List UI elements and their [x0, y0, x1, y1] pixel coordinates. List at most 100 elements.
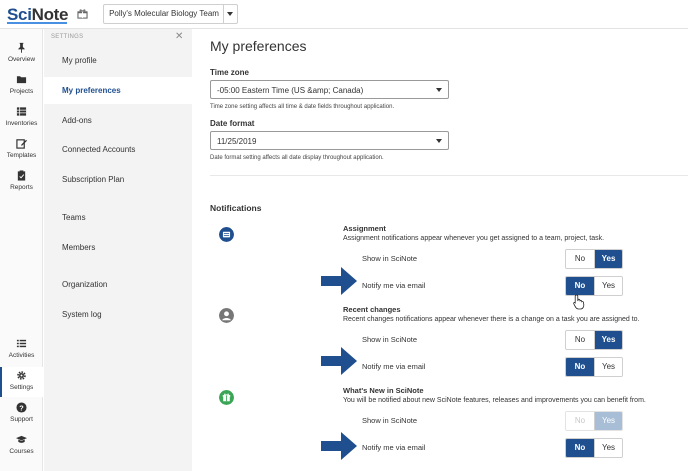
recent-changes-show-label: Show in SciNote — [362, 335, 418, 344]
settings-item-label: Connected Accounts — [62, 145, 136, 154]
whats-new-show-label: Show in SciNote — [362, 416, 418, 425]
settings-item-connected-accounts[interactable]: Connected Accounts — [44, 136, 192, 163]
nav-templates[interactable]: Templates — [0, 135, 43, 165]
whats-new-title: What's New in SciNote — [343, 386, 424, 395]
settings-item-label: Add-ons — [62, 116, 92, 125]
user-icon — [219, 308, 234, 323]
settings-item-teams[interactable]: Teams — [44, 204, 192, 231]
logo-underline — [7, 22, 67, 24]
settings-item-organization[interactable]: Organization — [44, 271, 192, 298]
recent-changes-show-no[interactable]: No — [566, 331, 594, 349]
gift-icon — [219, 390, 234, 405]
nav-support[interactable]: ? Support — [0, 399, 43, 429]
assignment-show-label: Show in SciNote — [362, 254, 418, 263]
whats-new-email-label: Notify me via email — [362, 443, 426, 452]
timezone-value: -05:00 Eastern Time (US &amp; Canada) — [217, 86, 364, 95]
timezone-select[interactable]: -05:00 Eastern Time (US &amp; Canada) — [210, 80, 449, 99]
nav-overview[interactable]: Overview — [0, 39, 43, 69]
recent-changes-email-no[interactable]: No — [566, 358, 594, 376]
recent-changes-email-label: Notify me via email — [362, 362, 426, 371]
settings-item-my-preferences[interactable]: My preferences — [44, 77, 192, 104]
timezone-label: Time zone — [210, 68, 249, 77]
nav-inventories[interactable]: Inventories — [0, 103, 43, 133]
page-title: My preferences — [210, 38, 307, 54]
date-format-label: Date format — [210, 119, 255, 128]
team-name: Polly's Molecular Biology Team — [109, 9, 219, 18]
clipboard-icon — [17, 170, 26, 181]
recent-changes-show-toggle[interactable]: No Yes — [565, 330, 623, 350]
nav-label: Projects — [9, 88, 34, 95]
settings-item-system-log[interactable]: System log — [44, 301, 192, 328]
whats-new-email-yes[interactable]: Yes — [594, 439, 622, 457]
chevron-down-icon — [436, 139, 442, 143]
preferences-panel: My preferences Time zone -05:00 Eastern … — [192, 29, 688, 471]
whats-new-show-yes: Yes — [594, 412, 622, 430]
folder-icon — [16, 76, 27, 84]
edit-icon — [16, 139, 27, 149]
assignment-description: Assignment notifications appear whenever… — [343, 235, 605, 242]
nav-label: Overview — [7, 56, 36, 63]
gear-icon — [17, 371, 26, 380]
nav-label: Reports — [10, 184, 33, 191]
date-format-value: 11/25/2019 — [217, 137, 257, 146]
chevron-down-icon — [436, 88, 442, 92]
settings-sidebar: SETTINGS ✕ My profile My preferences Add… — [44, 29, 192, 471]
team-switcher-toggle[interactable] — [223, 5, 237, 23]
nav-label: Settings — [9, 384, 34, 391]
settings-item-members[interactable]: Members — [44, 234, 192, 261]
settings-heading: SETTINGS — [51, 34, 84, 40]
settings-item-label: Subscription Plan — [62, 175, 125, 184]
nav-label: Activities — [8, 352, 35, 359]
nav-label: Courses — [9, 448, 34, 455]
whats-new-description: You will be notified about new SciNote f… — [343, 397, 646, 404]
arrow-pointer-icon — [321, 347, 357, 375]
recent-changes-show-yes[interactable]: Yes — [594, 331, 622, 349]
whats-new-show-no: No — [566, 412, 594, 430]
inventory-icon — [16, 107, 27, 116]
nav-label: Templates — [6, 152, 37, 159]
nav-projects[interactable]: Projects — [0, 71, 43, 101]
graduation-cap-icon — [16, 435, 27, 443]
arrow-pointer-icon — [321, 432, 357, 460]
date-format-hint: Date format setting affects all date dis… — [210, 155, 384, 161]
settings-item-add-ons[interactable]: Add-ons — [44, 107, 192, 134]
assignment-icon — [219, 227, 234, 242]
hand-cursor-icon — [573, 294, 585, 310]
assignment-email-toggle[interactable]: No Yes — [565, 276, 623, 296]
team-switcher[interactable]: Polly's Molecular Biology Team — [103, 4, 238, 24]
assignment-show-toggle[interactable]: No Yes — [565, 249, 623, 269]
recent-changes-email-yes[interactable]: Yes — [594, 358, 622, 376]
assignment-email-no[interactable]: No — [566, 277, 594, 295]
close-icon[interactable]: ✕ — [175, 31, 183, 42]
settings-item-label: My profile — [62, 56, 97, 65]
whats-new-email-toggle[interactable]: No Yes — [565, 438, 623, 458]
section-divider — [210, 175, 688, 176]
gift-icon[interactable] — [77, 9, 88, 19]
whats-new-email-no[interactable]: No — [566, 439, 594, 457]
whats-new-show-toggle: No Yes — [565, 411, 623, 431]
assignment-show-no[interactable]: No — [566, 250, 594, 268]
date-format-select[interactable]: 11/25/2019 — [210, 131, 449, 150]
nav-label: Support — [10, 416, 33, 423]
recent-changes-description: Recent changes notifications appear when… — [343, 316, 640, 323]
chevron-down-icon — [227, 12, 233, 16]
assignment-email-label: Notify me via email — [362, 281, 426, 290]
list-icon — [16, 339, 27, 348]
settings-item-label: System log — [62, 310, 102, 319]
assignment-show-yes[interactable]: Yes — [594, 250, 622, 268]
question-icon: ? — [16, 402, 27, 413]
pin-icon — [18, 42, 25, 53]
settings-item-label: Members — [62, 243, 96, 252]
app-window: SciNote Polly's Molecular Biology Team O… — [0, 0, 688, 471]
nav-settings[interactable]: Settings — [0, 367, 43, 397]
nav-reports[interactable]: Reports — [0, 167, 43, 197]
arrow-pointer-icon — [321, 267, 357, 295]
nav-courses[interactable]: Courses — [0, 431, 43, 461]
recent-changes-email-toggle[interactable]: No Yes — [565, 357, 623, 377]
main-nav: Overview Projects Inventories Templates … — [0, 29, 43, 471]
settings-item-my-profile[interactable]: My profile — [44, 47, 192, 74]
nav-activities[interactable]: Activities — [0, 335, 43, 365]
svg-text:?: ? — [19, 403, 24, 412]
assignment-email-yes[interactable]: Yes — [594, 277, 622, 295]
settings-item-subscription-plan[interactable]: Subscription Plan — [44, 166, 192, 193]
